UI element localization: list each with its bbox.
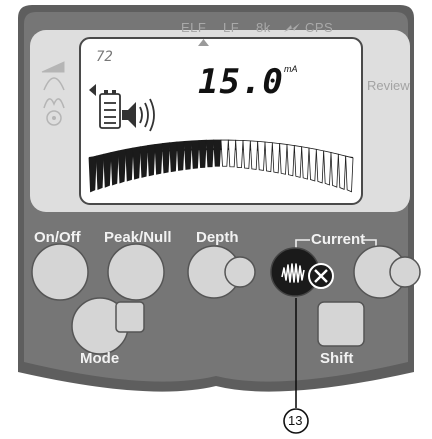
reading-unit: mA [284,64,298,74]
bargraph-segment [213,139,222,167]
freq-label-cps: CPS [305,20,334,35]
bargraph-segment [279,143,288,175]
mode-label: Mode [80,350,120,367]
review-label: Review [367,78,410,93]
bargraph-segment [301,146,310,180]
bargraph-segment [154,143,163,175]
shift-button[interactable] [317,301,365,347]
bargraph-segment [110,150,119,186]
volume-readout: 72 [96,49,113,65]
peak-null-button[interactable] [107,243,165,301]
bargraph-segment [125,147,134,182]
bargraph-segment [176,140,185,171]
bargraph-segment [249,140,259,170]
bargraph-segment [183,140,193,170]
bargraph-segment [103,151,112,188]
bargraph-segment [139,145,149,178]
callout-number: 13 [288,413,303,428]
bargraph-segment [227,139,237,168]
bargraph-segment [315,148,325,184]
bargraph-segment [257,140,266,171]
bargraph-segment [286,144,295,177]
bargraph-segment [330,151,339,188]
bargraph-segment [132,146,141,180]
freq-label-elf: ELF [181,20,207,35]
bargraph-segment [191,140,200,169]
bargraph-segment [220,139,229,167]
bargraph-segment [323,150,332,186]
bargraph-segment [293,145,303,178]
on-off-button[interactable] [31,243,89,301]
bargraph-segment [88,155,97,193]
lightning-icon [284,23,300,32]
freq-label-lf: LF [223,20,240,35]
bargraph-segment [271,142,281,174]
peak-null-label: Peak/Null [104,229,172,246]
reading-value: 15.0 [198,62,284,102]
bargraph-segment [117,148,127,184]
bargraph-segment [308,147,317,182]
bargraph-segment [345,155,354,193]
depth-label: Depth [196,229,239,246]
bargraph-segment [205,139,215,168]
on-off-label: On/Off [34,229,81,246]
shift-label: Shift [320,350,354,367]
bargraph-segment [147,144,156,177]
bargraph-segment [95,153,105,190]
bargraph-segment [235,139,244,169]
bargraph-segment [264,141,273,173]
bargraph-segment [198,139,207,169]
bargraph-segment [337,153,347,190]
bargraph-segment [242,140,251,169]
current-label: Current [311,231,366,248]
freq-label-8k: 8k [256,20,271,35]
bargraph-segment [169,141,178,173]
bargraph-segment [161,142,171,174]
